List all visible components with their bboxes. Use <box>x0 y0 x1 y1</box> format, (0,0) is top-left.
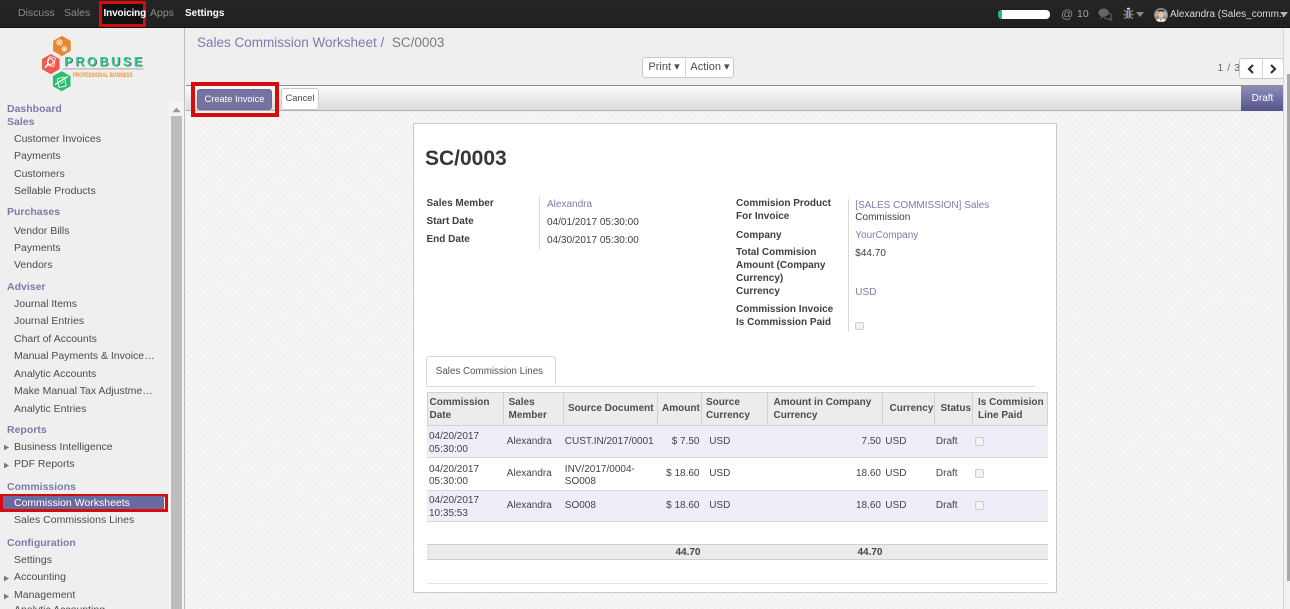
svg-text:PROFESSIONAL BUSINESS: PROFESSIONAL BUSINESS <box>73 73 133 79</box>
svg-text:PROBUSE: PROBUSE <box>64 55 142 69</box>
